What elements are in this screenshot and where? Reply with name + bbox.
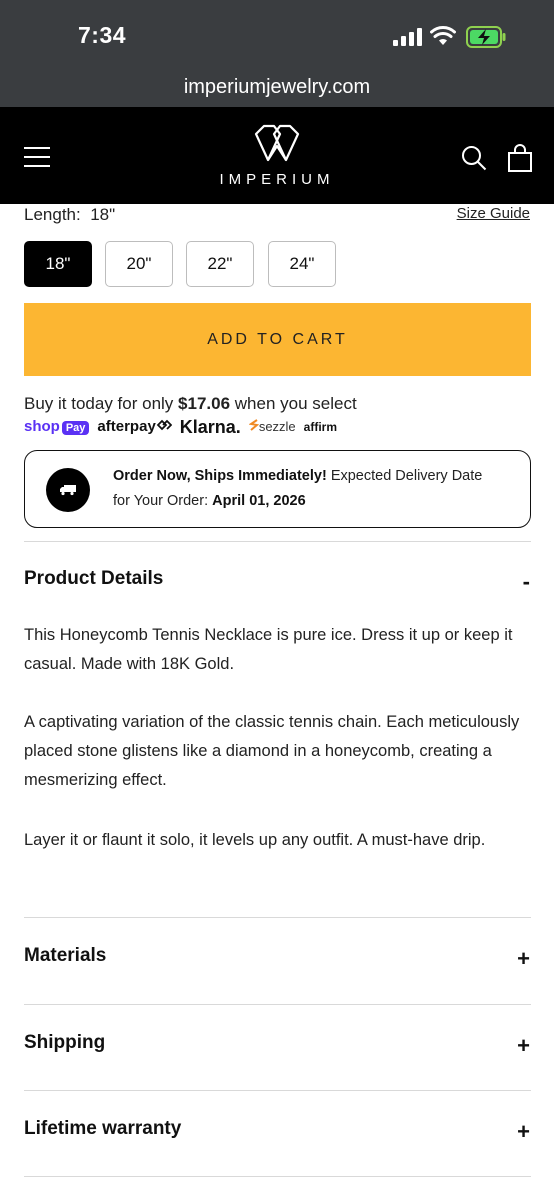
product-details-title[interactable]: Product Details [24,568,163,590]
expand-plus-icon[interactable]: + [517,1033,530,1059]
truck-badge [46,468,90,512]
length-label-text: Length: [24,205,81,224]
financing-amount: $17.06 [178,394,231,413]
delivery-date: April 01, 2026 [212,493,306,509]
delivery-notice: Order Now, Ships Immediately! Expected D… [24,450,531,528]
sezzle-logo[interactable]: sezzle [248,418,296,436]
cellular-signal-icon [393,28,422,46]
status-bar: 7:34 [0,0,554,70]
sezzle-icon [248,419,260,431]
shopping-bag-icon[interactable] [507,144,533,172]
delivery-truck-icon [60,485,76,496]
brand-wordmark[interactable]: IMPERIUM [0,171,554,188]
size-option-24[interactable]: 24" [268,241,336,287]
status-time: 7:34 [78,22,127,48]
delivery-text-1: Expected Delivery Date [326,468,483,484]
delivery-text-2: for Your Order: [113,493,213,509]
battery-charging-icon [466,26,506,48]
divider [24,1176,531,1177]
description-paragraph: Layer it or flaunt it solo, it levels up… [24,831,486,849]
divider [24,917,531,918]
size-option-20[interactable]: 20" [105,241,173,287]
sezzle-wordmark: sezzle [258,419,296,434]
add-to-cart-button[interactable]: ADD TO CART [24,303,531,376]
delivery-message: Order Now, Ships Immediately! Expected D… [113,464,513,514]
shipping-section-title[interactable]: Shipping [24,1032,105,1054]
payment-provider-logos: shop Pay afterpay Klarna. sezzle affirm [24,416,337,438]
expand-plus-icon[interactable]: + [517,1119,530,1145]
materials-section-title[interactable]: Materials [24,945,106,967]
financing-prefix: Buy it today for only [24,394,174,413]
financing-message: Buy it today for only $17.06 when you se… [24,394,357,414]
klarna-logo[interactable]: Klarna. [180,417,241,438]
size-option-18[interactable]: 18" [24,241,92,287]
divider [24,1004,531,1005]
delivery-headline: Order Now, Ships Immediately! [113,468,327,484]
divider [24,541,531,542]
size-guide-link[interactable]: Size Guide [457,205,530,222]
length-label: Length: 18" [24,205,115,225]
shop-pay-wordmark: shop [24,418,60,435]
imperium-logo-icon[interactable] [252,124,302,164]
browser-address-bar[interactable]: imperiumjewelry.com [0,70,554,107]
hamburger-menu-icon[interactable] [24,146,50,168]
wifi-icon [430,26,456,45]
shop-pay-logo[interactable]: shop Pay [24,418,90,436]
lifetime-warranty-section-title[interactable]: Lifetime warranty [24,1118,181,1140]
expand-plus-icon[interactable]: + [517,946,530,972]
collapse-toggle-icon[interactable]: - [523,569,530,595]
afterpay-wordmark: afterpay [97,418,156,435]
length-selected-value: 18" [90,205,116,224]
financing-suffix: when you select [234,394,357,413]
shop-pay-badge: Pay [61,421,90,435]
url-text[interactable]: imperiumjewelry.com [0,76,554,99]
size-option-22[interactable]: 22" [186,241,254,287]
site-header: IMPERIUM [0,107,554,204]
description-paragraph: A captivating variation of the classic t… [24,713,520,789]
search-icon[interactable] [461,145,487,171]
afterpay-logo[interactable]: afterpay [97,418,173,436]
afterpay-arrows-icon [156,419,173,431]
description-paragraph: This Honeycomb Tennis Necklace is pure i… [24,626,513,673]
affirm-logo[interactable]: affirm [304,420,337,434]
divider [24,1090,531,1091]
